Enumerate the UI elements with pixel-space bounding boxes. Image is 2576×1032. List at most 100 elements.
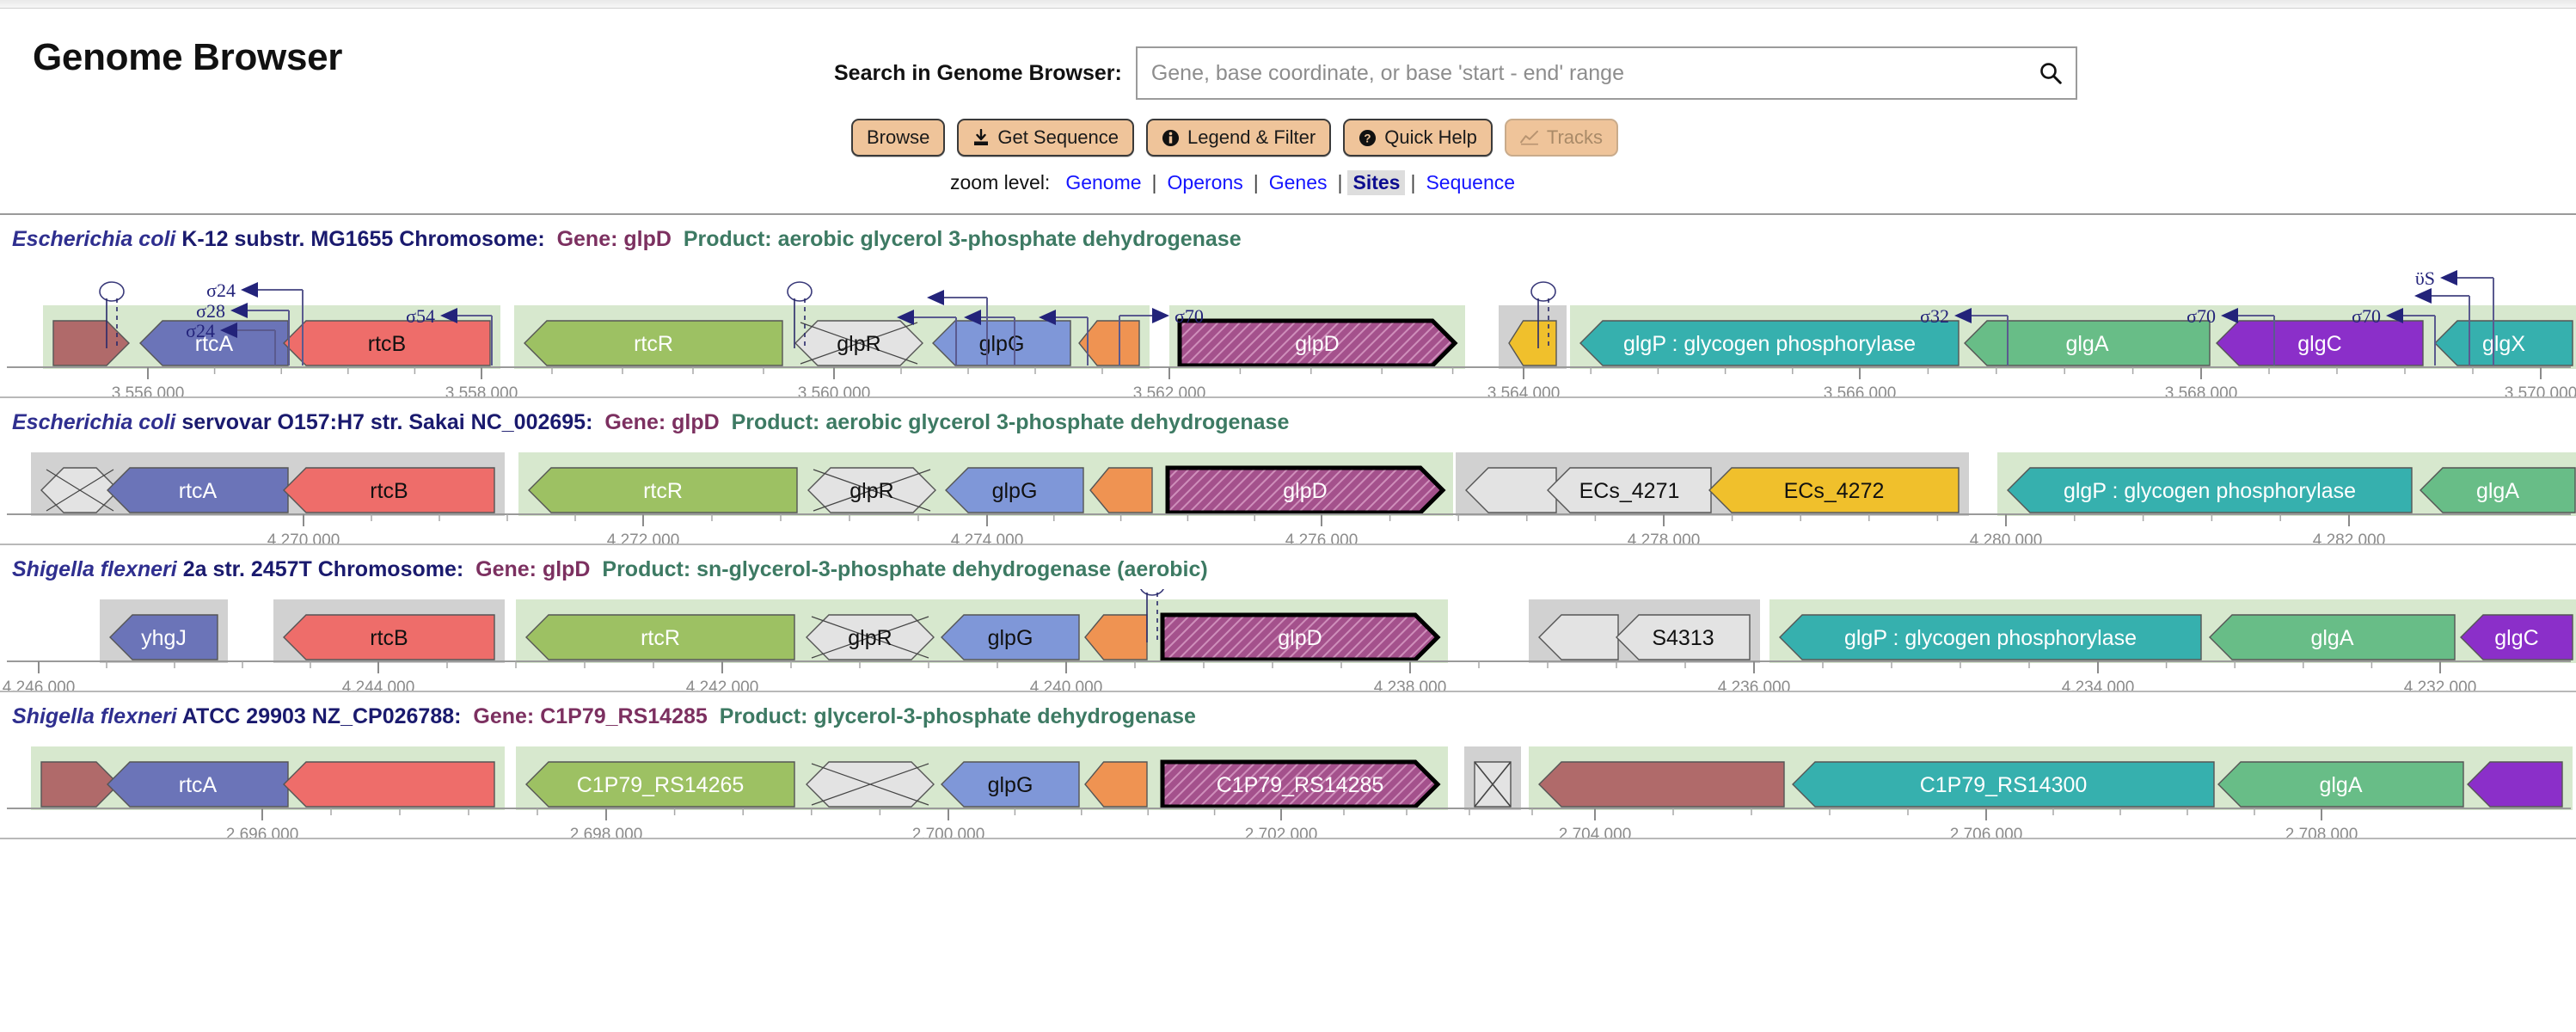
track-gene-label: Gene:: [556, 227, 618, 251]
gene-label: rtcR: [641, 626, 680, 650]
track-product-label: Product:: [731, 410, 820, 434]
track-product-value: aerobic glycerol 3-phosphate dehydrogena…: [825, 410, 1290, 434]
axis-tick-label: 3,558,000: [445, 384, 518, 396]
axis-tick: 4,242,000: [686, 661, 758, 691]
gene-feature[interactable]: glpD: [1165, 465, 1446, 515]
gene-label: glpR: [848, 626, 892, 650]
track-product-label: Product:: [602, 557, 691, 581]
gene-feature[interactable]: glgP : glycogen phosphorylase: [1579, 320, 1960, 366]
gene-feature[interactable]: glgX: [2434, 320, 2573, 366]
gene-feature[interactable]: glgP : glycogen phosphorylase: [1779, 614, 2202, 660]
gene-feature[interactable]: glpD: [1177, 318, 1458, 368]
gene-map[interactable]: yhgJ rtcB rtcR glpR glpG glpD S4313 glgP : glyc…: [0, 589, 2576, 691]
zoom-level-sites[interactable]: Sites: [1347, 170, 1406, 195]
gene-label: rtcR: [634, 332, 673, 356]
gene-feature[interactable]: glpG: [941, 761, 1080, 808]
gene-feature[interactable]: S4313: [1616, 614, 1751, 660]
tracks-button[interactable]: Tracks: [1504, 119, 1619, 157]
track-title: Shigella flexneri 2a str. 2457T Chromoso…: [0, 545, 2576, 589]
zoom-level-genes[interactable]: Genes: [1264, 170, 1333, 195]
gene-feature[interactable]: rtcB: [283, 614, 495, 660]
genome-tracks: Escherichia coli K-12 substr. MG1655 Chr…: [0, 215, 2576, 839]
gene-feature[interactable]: rtcA: [107, 467, 289, 513]
track-gene-value[interactable]: glpD: [623, 227, 672, 251]
gene-feature[interactable]: glgC: [2460, 614, 2573, 660]
question-icon: ?: [1359, 129, 1377, 147]
gene-map[interactable]: rtcA C1P79_RS14265 glpG C1P79_RS14285 C1P79_…: [0, 736, 2576, 838]
track-organism-italic: Shigella flexneri: [12, 557, 177, 581]
gene-feature[interactable]: glgC: [2216, 320, 2424, 366]
track-product-value: glycerol-3-phosphate dehydrogenase: [813, 704, 1196, 728]
gene-feature[interactable]: [283, 761, 495, 808]
page-header: Genome Browser Search in Genome Browser:…: [0, 9, 2576, 215]
axis-tick: 4,244,000: [342, 661, 414, 691]
axis-tick: 2,704,000: [1559, 808, 1631, 838]
gene-feature[interactable]: C1P79_RS14300: [1792, 761, 2215, 808]
axis-tick: 4,236,000: [1718, 661, 1791, 691]
gene-feature[interactable]: glpD: [1160, 612, 1441, 662]
axis-tick: 4,276,000: [1285, 514, 1359, 544]
gene-feature[interactable]: glpG: [941, 614, 1080, 660]
gene-feature[interactable]: glgA: [2209, 614, 2456, 660]
axis-tick-label: 3,566,000: [1824, 384, 1897, 396]
gene-feature[interactable]: ECs_4271: [1547, 467, 1712, 513]
gene-feature[interactable]: [806, 761, 935, 808]
gene-feature[interactable]: glgP : glycogen phosphorylase: [2007, 467, 2413, 513]
gene-feature[interactable]: glgA: [2420, 467, 2576, 513]
browse-button[interactable]: Browse: [851, 119, 946, 157]
zoom-level-sequence[interactable]: Sequence: [1420, 170, 1520, 195]
gene-feature[interactable]: rtcR: [528, 467, 798, 513]
search-box[interactable]: [1135, 46, 2077, 100]
gene-map[interactable]: rtcA rtcB rtcR glpR glpG glpD ECs_4271 ECs_4272…: [0, 442, 2576, 544]
search-input[interactable]: [1149, 59, 2038, 87]
gene-label: C1P79_RS14300: [1920, 773, 2088, 797]
gene-feature[interactable]: rtcA: [107, 761, 289, 808]
track-organism-rest: ATCC 29903 NZ_CP026788:: [176, 704, 462, 728]
legend-filter-button[interactable]: Legend & Filter: [1146, 119, 1332, 157]
gene-map[interactable]: rtcA rtcB rtcR glpR glpG glpD glgP : glycogen …: [0, 259, 2576, 396]
zoom-level-genome[interactable]: Genome: [1060, 170, 1146, 195]
axis-tick-label: 4,278,000: [1628, 531, 1701, 544]
gene-feature[interactable]: glpG: [932, 320, 1071, 366]
track-gene-value[interactable]: glpD: [672, 410, 720, 434]
get-sequence-button[interactable]: Get Sequence: [957, 119, 1135, 157]
gene-feature[interactable]: C1P79_RS14265: [525, 761, 795, 808]
axis-tick-label: 4,276,000: [1285, 531, 1359, 544]
axis-tick-label: 3,556,000: [112, 384, 185, 396]
track-gene-value[interactable]: glpD: [543, 557, 591, 581]
gene-feature[interactable]: [1538, 761, 1785, 808]
gene-feature[interactable]: rtcB: [283, 320, 491, 366]
gene-feature[interactable]: [1474, 761, 1512, 808]
axis-tick-label: 4,282,000: [2313, 531, 2386, 544]
gene-feature[interactable]: glpR: [794, 320, 923, 366]
gene-feature[interactable]: glgA: [2217, 761, 2464, 808]
gene-feature[interactable]: ECs_4272: [1708, 467, 1960, 513]
gene-feature[interactable]: yhgJ: [109, 614, 218, 660]
quick-help-button[interactable]: ? Quick Help: [1343, 119, 1493, 157]
gene-feature[interactable]: C1P79_RS14285: [1160, 759, 1441, 809]
gene-feature[interactable]: glpR: [807, 467, 936, 513]
gene-feature[interactable]: rtcR: [524, 320, 783, 366]
genome-track: Shigella flexneri ATCC 29903 NZ_CP026788…: [0, 692, 2576, 839]
axis-tick: 4,274,000: [951, 514, 1023, 544]
track-gene-value[interactable]: C1P79_RS14285: [540, 704, 708, 728]
gene-feature[interactable]: rtcB: [283, 467, 495, 513]
axis-tick-label: 4,272,000: [607, 531, 680, 544]
axis-tick-label: 4,236,000: [1718, 679, 1791, 691]
quick-help-label: Quick Help: [1384, 126, 1477, 148]
gene-feature[interactable]: glgA: [1964, 320, 2211, 366]
axis-tick: 4,238,000: [1374, 661, 1446, 691]
zoom-level-operons[interactable]: Operons: [1162, 170, 1248, 195]
gene-label: rtcR: [643, 479, 683, 503]
gene-feature[interactable]: rtcR: [525, 614, 795, 660]
gene-feature[interactable]: glpG: [945, 467, 1084, 513]
axis-tick-label: 2,698,000: [570, 826, 643, 838]
track-title: Escherichia coli servovar O157:H7 str. S…: [0, 398, 2576, 442]
gene-label: glpG: [992, 479, 1038, 503]
gene-label: rtcB: [368, 332, 406, 356]
search-icon[interactable]: [2038, 60, 2064, 86]
gene-label: rtcA: [179, 479, 218, 503]
gene-feature[interactable]: glpR: [806, 614, 935, 660]
gene-label: glgA: [2476, 479, 2519, 503]
axis-tick: 4,232,000: [2404, 661, 2476, 691]
